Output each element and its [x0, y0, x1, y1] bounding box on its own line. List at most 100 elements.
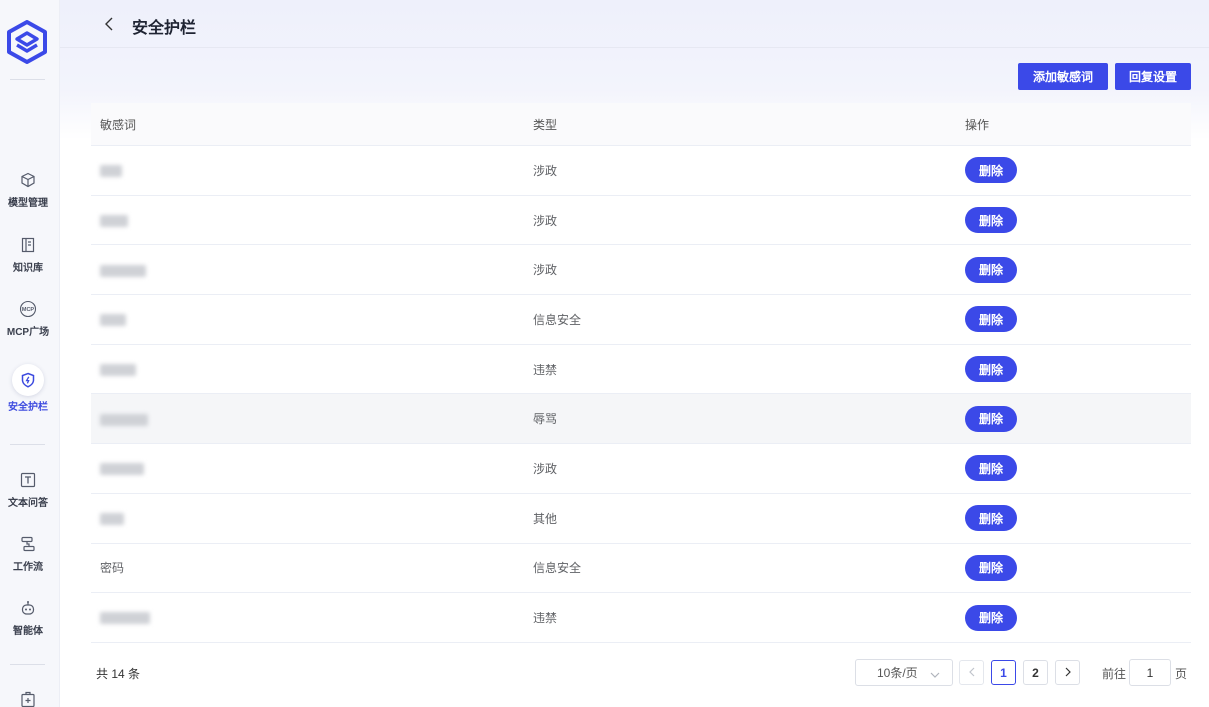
delete-button[interactable]: 删除 — [965, 405, 1017, 432]
column-header-word: 敏感词 — [100, 117, 137, 132]
delete-button[interactable]: 删除 — [965, 356, 1017, 383]
delete-button[interactable]: 删除 — [965, 306, 1017, 333]
next-page-button[interactable] — [1055, 660, 1080, 685]
sidebar-item-label: 文本问答 — [8, 498, 48, 509]
shield-icon — [12, 364, 44, 396]
word-cell — [91, 461, 524, 476]
sidebar-item-model-management[interactable]: 模型管理 — [0, 170, 56, 226]
type-cell: 信息安全 — [533, 561, 582, 576]
table-row: 涉政 删除 — [91, 444, 1191, 494]
table-header: 敏感词 类型 操作 — [91, 103, 1191, 146]
redacted-word — [100, 214, 128, 227]
sidebar-item-label: 工作流 — [13, 562, 43, 573]
action-cell: 删除 — [956, 306, 1191, 333]
text-qa-icon — [18, 470, 38, 490]
type-cell: 涉政 — [533, 213, 558, 228]
type-cell: 涉政 — [533, 163, 558, 178]
type-cell: 涉政 — [533, 263, 558, 278]
back-arrow-icon[interactable] — [100, 14, 118, 34]
delete-button[interactable]: 删除 — [965, 157, 1017, 184]
redacted-word — [100, 363, 136, 376]
total-count: 共 14 条 — [96, 667, 141, 681]
word-cell — [91, 312, 524, 327]
prev-page-button[interactable] — [959, 660, 984, 685]
page-size-value: 10条/页 — [877, 666, 918, 680]
app-logo-icon[interactable] — [5, 20, 49, 64]
table-row: 辱骂 删除 — [91, 394, 1191, 445]
sensitive-words-table: 敏感词 类型 操作 涉政 删除 涉政 删除 涉政 删除 信息安全 删除 违禁 删… — [91, 103, 1191, 643]
sidebar-divider — [10, 444, 45, 445]
chevron-right-icon — [1064, 666, 1072, 680]
table-row: 其他 删除 — [91, 494, 1191, 544]
action-cell: 删除 — [956, 405, 1191, 432]
sidebar-item-label: 安全护栏 — [8, 402, 48, 413]
sidebar-item-more[interactable] — [0, 690, 56, 707]
type-cell: 其他 — [533, 511, 558, 526]
action-cell: 删除 — [956, 505, 1191, 532]
delete-button[interactable]: 删除 — [965, 604, 1017, 631]
word-cell — [91, 611, 524, 625]
main-content: 安全护栏 添加敏感词 回复设置 敏感词 类型 操作 涉政 删除 涉政 删除 涉政… — [60, 0, 1209, 707]
word-cell: 密码 — [100, 561, 125, 576]
page-size-select[interactable]: 10条/页 — [855, 659, 953, 686]
table-row: 涉政 删除 — [91, 245, 1191, 296]
workflow-icon — [18, 534, 38, 554]
chevron-left-icon — [968, 666, 976, 680]
redacted-word — [100, 612, 150, 625]
redacted-word — [100, 512, 124, 525]
sidebar-item-knowledge-base[interactable]: 知识库 — [0, 235, 56, 291]
word-cell — [91, 163, 524, 178]
model-cube-icon — [18, 170, 38, 190]
sidebar-item-text-qa[interactable]: 文本问答 — [0, 470, 56, 526]
type-cell: 涉政 — [533, 461, 558, 476]
action-cell: 删除 — [956, 455, 1191, 482]
delete-button[interactable]: 删除 — [965, 256, 1017, 283]
type-cell: 辱骂 — [533, 412, 558, 427]
type-cell: 违禁 — [533, 362, 558, 377]
sidebar-item-label: MCP广场 — [6, 327, 50, 338]
type-cell: 违禁 — [533, 611, 558, 626]
word-cell — [91, 362, 524, 376]
action-cell: 删除 — [956, 356, 1191, 383]
redacted-word — [100, 264, 146, 277]
agent-robot-icon — [18, 598, 38, 618]
sidebar: 模型管理 知识库 MCP MCP广场 安全护栏 文本问答 工作流 智能体 — [0, 0, 60, 707]
delete-button[interactable]: 删除 — [965, 207, 1017, 234]
delete-button[interactable]: 删除 — [965, 505, 1017, 532]
sidebar-divider — [10, 79, 45, 80]
action-cell: 删除 — [956, 256, 1191, 283]
redacted-word — [100, 413, 148, 426]
action-cell: 删除 — [956, 604, 1191, 631]
word-cell — [91, 213, 524, 227]
page-button-1[interactable]: 1 — [991, 660, 1016, 685]
sidebar-item-safety-guardrail[interactable]: 安全护栏 — [0, 364, 56, 420]
page-suffix: 页 — [1175, 667, 1188, 681]
goto-label: 前往 — [1102, 667, 1127, 681]
sidebar-item-label: 模型管理 — [8, 198, 48, 209]
delete-button[interactable]: 删除 — [965, 554, 1017, 581]
chevron-down-icon — [930, 668, 940, 682]
svg-text:MCP: MCP — [22, 307, 35, 313]
word-cell — [91, 511, 524, 525]
add-sensitive-word-button[interactable]: 添加敏感词 — [1018, 63, 1108, 90]
action-cell: 删除 — [956, 554, 1191, 581]
sidebar-item-mcp-square[interactable]: MCP MCP广场 — [0, 299, 56, 355]
table-row: 信息安全 删除 — [91, 295, 1191, 345]
redacted-word — [100, 314, 126, 327]
page-header: 安全护栏 — [60, 0, 1209, 48]
table-row: 违禁 删除 — [91, 345, 1191, 395]
knowledge-book-icon — [18, 235, 38, 255]
sidebar-item-label: 智能体 — [13, 626, 43, 637]
reset-settings-button[interactable]: 回复设置 — [1115, 63, 1191, 90]
delete-button[interactable]: 删除 — [965, 455, 1017, 482]
column-header-type: 类型 — [533, 117, 558, 132]
mcp-icon: MCP — [18, 299, 38, 319]
goto-page-input[interactable] — [1129, 659, 1171, 686]
column-header-action: 操作 — [965, 117, 990, 132]
action-cell: 删除 — [956, 207, 1191, 234]
sidebar-item-agent[interactable]: 智能体 — [0, 598, 56, 654]
sidebar-item-workflow[interactable]: 工作流 — [0, 534, 56, 590]
word-cell — [91, 412, 524, 426]
page-button-2[interactable]: 2 — [1023, 660, 1048, 685]
medical-kit-icon — [18, 690, 38, 707]
